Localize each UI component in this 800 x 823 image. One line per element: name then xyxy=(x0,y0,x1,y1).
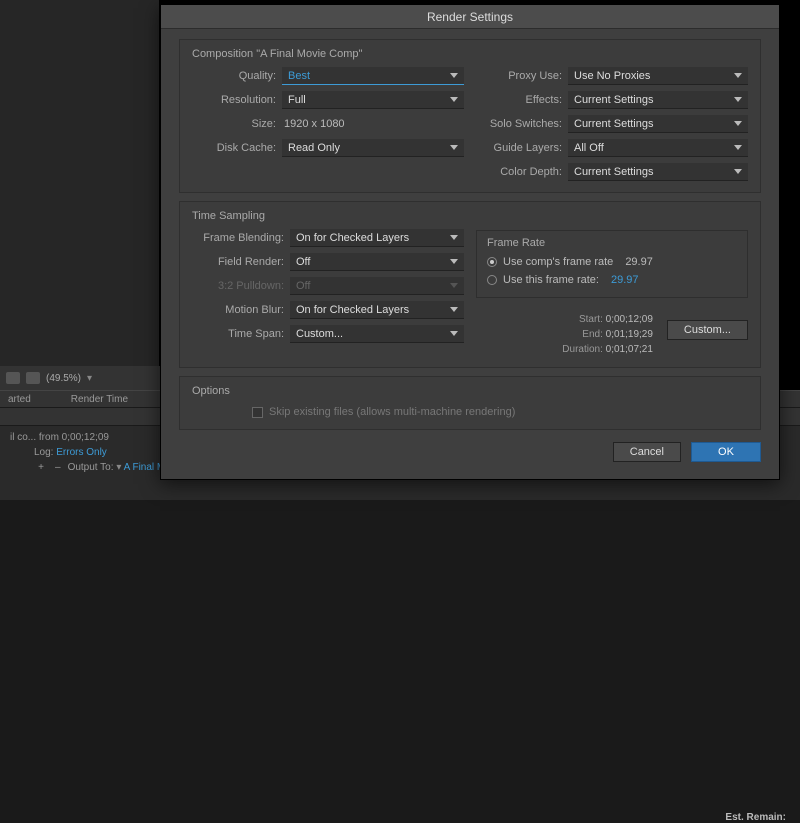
radio-custom-rate[interactable] xyxy=(487,275,497,285)
frameblend-label: Frame Blending: xyxy=(192,232,290,244)
pulldown-label: 3:2 Pulldown: xyxy=(192,280,290,292)
output-path[interactable]: A Final M xyxy=(124,462,166,473)
composition-heading: Composition "A Final Movie Comp" xyxy=(192,48,748,60)
comp-rate-value: 29.97 xyxy=(625,256,653,268)
diskcache-dropdown[interactable]: Read Only xyxy=(282,139,464,157)
framerate-heading: Frame Rate xyxy=(487,237,737,249)
caret-down-icon xyxy=(450,259,458,264)
zoom-bar: (49.5%) ▾ xyxy=(0,366,160,390)
proxy-label: Proxy Use: xyxy=(476,70,568,82)
quality-dropdown[interactable]: Best xyxy=(282,67,464,85)
options-heading: Options xyxy=(192,385,748,397)
add-output-icon[interactable]: + xyxy=(34,460,48,475)
diskcache-label: Disk Cache: xyxy=(192,142,282,154)
time-readout: Start: 0;00;12;09 End: 0;01;19;29 Durati… xyxy=(476,312,657,357)
caret-down-icon xyxy=(734,145,742,150)
depth-dropdown[interactable]: Current Settings xyxy=(568,163,748,181)
col-rendertime: Render Time xyxy=(71,394,128,405)
proxy-dropdown[interactable]: Use No Proxies xyxy=(568,67,748,85)
log-dropdown[interactable]: Errors Only xyxy=(56,447,107,458)
caret-down-icon xyxy=(450,307,458,312)
log-label: Log: xyxy=(34,447,53,458)
render-settings-dialog: Render Settings Composition "A Final Mov… xyxy=(160,4,780,480)
caret-down-icon xyxy=(734,97,742,102)
composition-section: Composition "A Final Movie Comp" Quality… xyxy=(179,39,761,193)
options-section: Options Skip existing files (allows mult… xyxy=(179,376,761,430)
monitor-icon[interactable] xyxy=(26,372,40,384)
pulldown-dropdown: Off xyxy=(290,277,464,295)
solo-dropdown[interactable]: Current Settings xyxy=(568,115,748,133)
fieldrender-dropdown[interactable]: Off xyxy=(290,253,464,271)
guide-dropdown[interactable]: All Off xyxy=(568,139,748,157)
caret-down-icon xyxy=(450,235,458,240)
caret-down-icon xyxy=(450,73,458,78)
framerate-group: Frame Rate Use comp's frame rate 29.97 U… xyxy=(476,230,748,298)
resolution-label: Resolution: xyxy=(192,94,282,106)
time-sampling-heading: Time Sampling xyxy=(192,210,748,222)
timespan-dropdown[interactable]: Custom... xyxy=(290,325,464,343)
cancel-button[interactable]: Cancel xyxy=(613,442,681,462)
fieldrender-label: Field Render: xyxy=(192,256,290,268)
radio-custom-rate-label: Use this frame rate: xyxy=(503,274,599,286)
size-value: 1920 x 1080 xyxy=(282,118,345,130)
est-remain-label: Est. Remain: xyxy=(725,812,786,823)
solo-label: Solo Switches: xyxy=(476,118,568,130)
caret-down-icon xyxy=(450,283,458,288)
effects-label: Effects: xyxy=(476,94,568,106)
motionblur-label: Motion Blur: xyxy=(192,304,290,316)
custom-rate-input[interactable]: 29.97 xyxy=(611,274,639,286)
skip-existing-label: Skip existing files (allows multi-machin… xyxy=(269,406,515,418)
resolution-dropdown[interactable]: Full xyxy=(282,91,464,109)
caret-down-icon xyxy=(734,121,742,126)
caret-icon[interactable]: ▾ xyxy=(87,373,94,384)
size-label: Size: xyxy=(192,118,282,130)
radio-comp-rate-label: Use comp's frame rate xyxy=(503,256,613,268)
radio-comp-rate[interactable] xyxy=(487,257,497,267)
caret-down-icon xyxy=(450,145,458,150)
caret-down-icon xyxy=(450,331,458,336)
frameblend-dropdown[interactable]: On for Checked Layers xyxy=(290,229,464,247)
ok-button[interactable]: OK xyxy=(691,442,761,462)
left-panel xyxy=(0,0,160,390)
caret-down-icon xyxy=(734,73,742,78)
timespan-label: Time Span: xyxy=(192,328,290,340)
depth-label: Color Depth: xyxy=(476,166,568,178)
grid-icon[interactable] xyxy=(6,372,20,384)
quality-label: Quality: xyxy=(192,70,282,82)
zoom-value[interactable]: (49.5%) xyxy=(46,373,81,384)
dialog-title: Render Settings xyxy=(161,5,779,29)
time-sampling-section: Time Sampling Frame Blending: On for Che… xyxy=(179,201,761,368)
caret-down-icon xyxy=(734,169,742,174)
guide-label: Guide Layers: xyxy=(476,142,568,154)
col-status: arted xyxy=(8,394,31,405)
effects-dropdown[interactable]: Current Settings xyxy=(568,91,748,109)
remove-output-icon[interactable]: – xyxy=(51,460,65,475)
custom-timespan-button[interactable]: Custom... xyxy=(667,320,748,340)
skip-existing-checkbox[interactable] xyxy=(252,407,263,418)
output-label: Output To: xyxy=(68,462,114,473)
motionblur-dropdown[interactable]: On for Checked Layers xyxy=(290,301,464,319)
caret-down-icon xyxy=(450,97,458,102)
